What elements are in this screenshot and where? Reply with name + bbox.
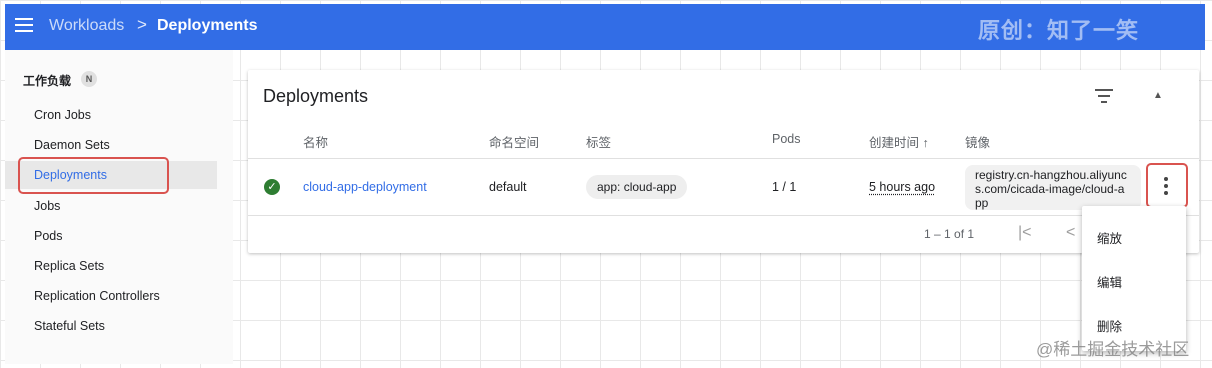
- row-divider: [248, 158, 1199, 159]
- filter-icon[interactable]: [1095, 89, 1113, 103]
- deployments-card: Deployments ▲ 名称 命名空间 标签 Pods 创建时间 ↑ 镜像 …: [248, 70, 1199, 253]
- menu-item-delete[interactable]: 删除: [1097, 316, 1122, 335]
- sidebar: 工作负载 N Cron Jobs Daemon Sets Deployments…: [5, 50, 233, 364]
- collapse-icon[interactable]: ▲: [1153, 90, 1163, 101]
- author-watermark: 原创：知了一笑: [978, 18, 1140, 43]
- sidebar-item-stateful-sets[interactable]: Stateful Sets: [5, 312, 217, 340]
- column-header-pods: Pods: [772, 132, 801, 146]
- column-header-created[interactable]: 创建时间 ↑: [869, 132, 929, 151]
- created-time-cell: 5 hours ago: [869, 180, 936, 194]
- menu-item-edit[interactable]: 编辑: [1097, 272, 1122, 291]
- sidebar-item-replica-sets[interactable]: Replica Sets: [5, 252, 217, 280]
- sidebar-item-replication-controllers[interactable]: Replication Controllers: [5, 282, 217, 310]
- namespace-cell: default: [489, 180, 527, 194]
- breadcrumb-workloads[interactable]: Workloads: [49, 17, 124, 35]
- top-toolbar: Workloads > Deployments 原创：知了一笑: [5, 4, 1205, 50]
- breadcrumb-separator: >: [137, 15, 147, 34]
- previous-page-icon[interactable]: <: [1066, 224, 1075, 242]
- hamburger-menu-icon[interactable]: [15, 18, 33, 32]
- menu-item-scale[interactable]: 缩放: [1097, 228, 1122, 247]
- sidebar-item-jobs[interactable]: Jobs: [5, 192, 217, 220]
- column-header-name[interactable]: 名称: [303, 132, 328, 151]
- highlight-box-deployments: [18, 157, 169, 194]
- column-header-labels: 标签: [586, 136, 612, 150]
- row-actions-menu: 缩放 编辑 删除: [1082, 206, 1186, 351]
- sidebar-section-title: 工作负载: [23, 74, 72, 88]
- sidebar-item-cron-jobs[interactable]: Cron Jobs: [5, 101, 217, 129]
- footer-watermark: @稀土掘金技术社区: [1036, 340, 1190, 359]
- label-chip: app: cloud-app: [586, 175, 688, 199]
- row-divider: [248, 215, 1199, 216]
- first-page-icon[interactable]: |<: [1018, 224, 1032, 242]
- sidebar-item-daemon-sets[interactable]: Daemon Sets: [5, 131, 217, 159]
- status-ok-icon: ✓: [264, 179, 280, 195]
- pods-cell: 1 / 1: [772, 180, 797, 194]
- column-header-namespace[interactable]: 命名空间: [489, 132, 539, 151]
- breadcrumb-deployments: Deployments: [157, 17, 258, 34]
- namespace-badge: N: [81, 71, 97, 87]
- highlight-box-actions: [1146, 163, 1188, 208]
- sidebar-item-pods[interactable]: Pods: [5, 222, 217, 250]
- deployment-name-link[interactable]: cloud-app-deployment: [303, 180, 427, 194]
- card-title: Deployments: [263, 86, 369, 106]
- image-cell: registry.cn-hangzhou.aliyuncs.com/cicada…: [965, 165, 1141, 210]
- column-header-image: 镜像: [965, 136, 991, 150]
- pagination-range: 1 – 1 of 1: [924, 227, 975, 241]
